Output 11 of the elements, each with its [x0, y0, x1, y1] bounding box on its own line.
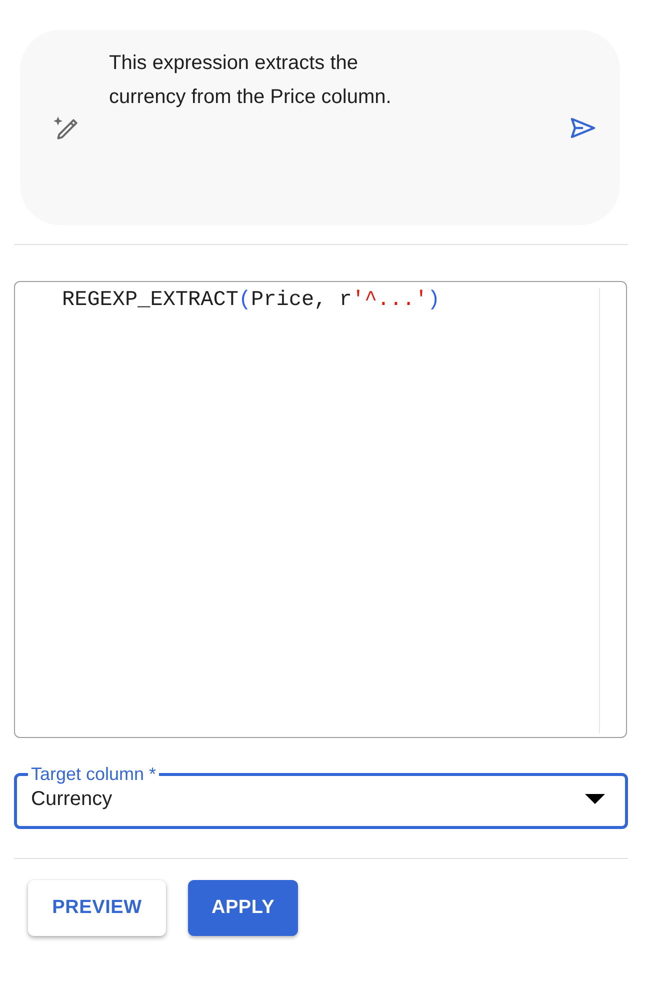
select-value: Currency	[31, 788, 112, 810]
apply-button[interactable]: APPLY	[188, 880, 298, 936]
preview-button[interactable]: PREVIEW	[28, 880, 166, 936]
field-label: Target column *	[30, 764, 158, 784]
prompt-text: This expression extracts the currency from the Price column.	[109, 51, 392, 110]
code-editor[interactable]: REGEXP_EXTRACT(Price, r'^...')	[14, 281, 627, 738]
target-column-select[interactable]: Target column * Currency	[14, 764, 628, 829]
send-icon[interactable]	[570, 116, 596, 138]
magic-pencil-icon[interactable]	[52, 114, 78, 140]
dropdown-caret-icon[interactable]	[585, 794, 605, 804]
code-line: REGEXP_EXTRACT(Price, r'^...')	[62, 289, 440, 313]
